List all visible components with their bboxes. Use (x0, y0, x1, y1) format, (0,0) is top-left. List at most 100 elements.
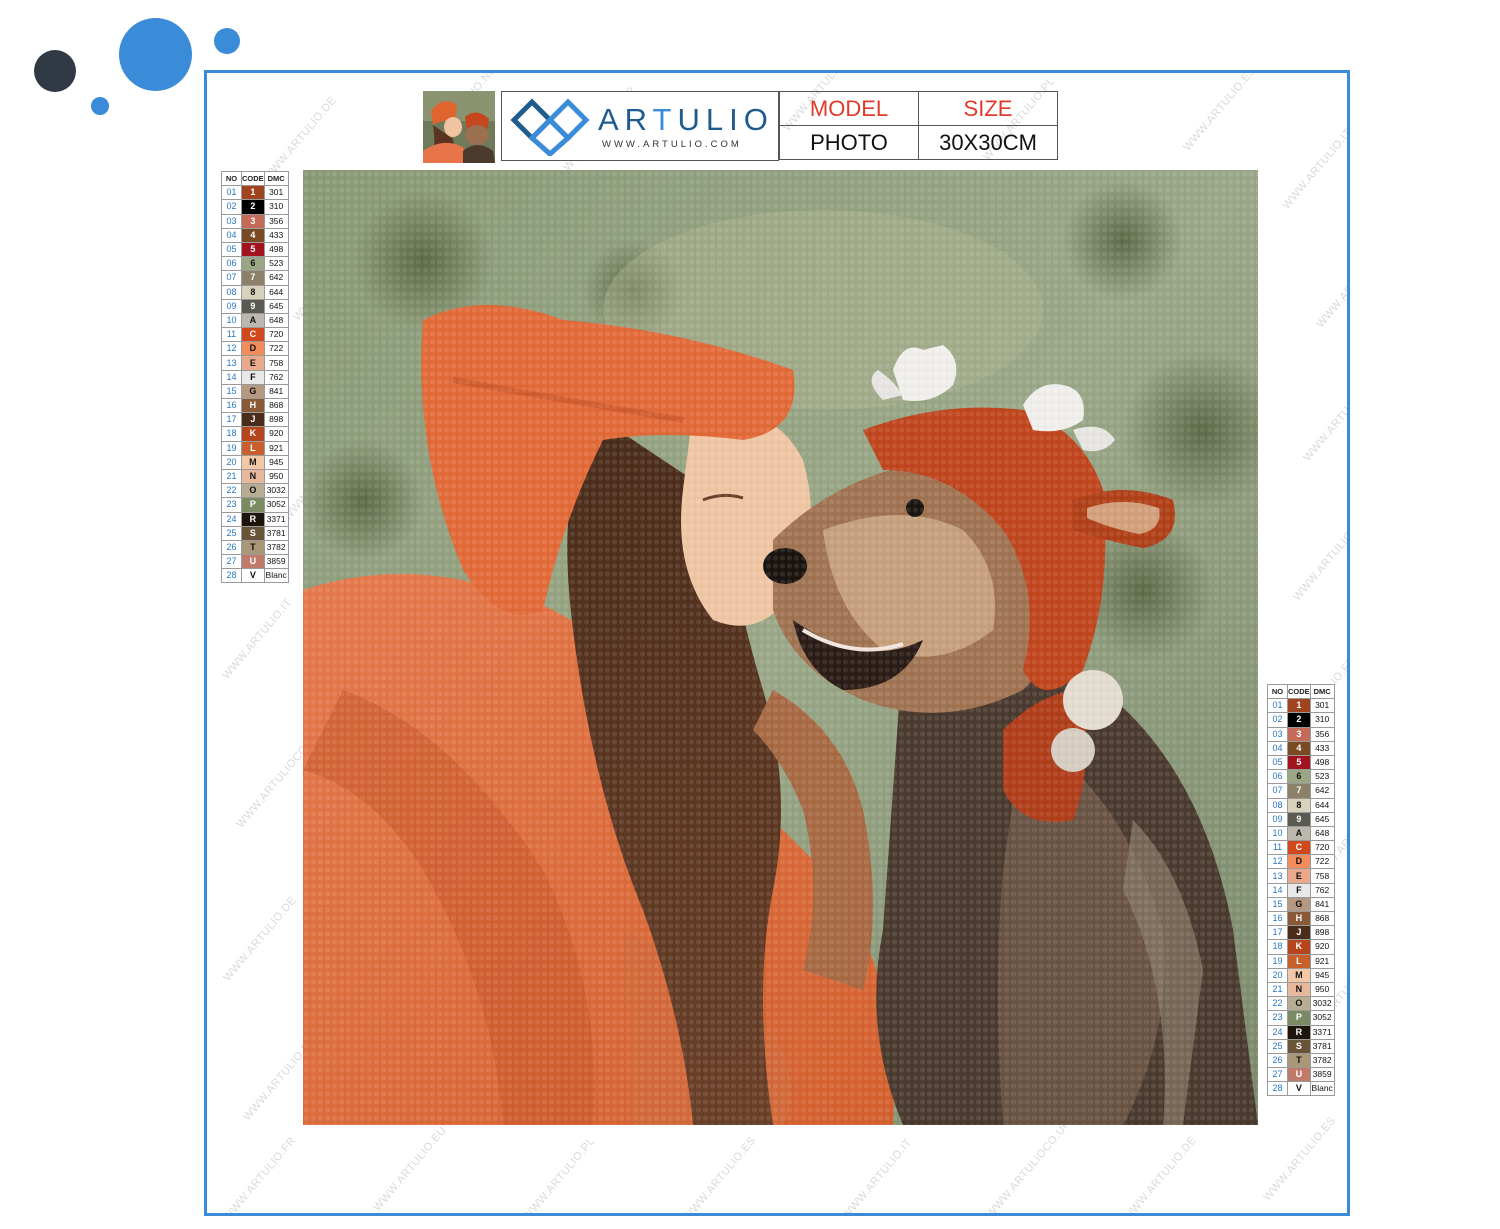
legend-symbol-swatch: M (241, 454, 265, 470)
legend-dmc-code: 898 (263, 412, 289, 428)
size-value: 30X30CM (918, 125, 1058, 160)
legend-number: 05 (1267, 754, 1288, 771)
legend-row: 12 D 722 (1267, 854, 1335, 870)
legend-number: 21 (221, 468, 242, 485)
legend-symbol-swatch: G (1287, 896, 1311, 913)
legend-dmc-code: 3371 (263, 511, 289, 527)
decor-dot-dark (34, 50, 76, 92)
legend-symbol-swatch: M (1287, 967, 1311, 983)
legend-number: 01 (221, 185, 242, 201)
legend-dmc-code: 898 (1309, 925, 1335, 941)
legend-symbol-swatch: T (241, 539, 265, 556)
legend-row: 14 F 762 (221, 369, 289, 385)
legend-dmc-code: 356 (1309, 726, 1335, 742)
legend-number: 10 (1267, 825, 1288, 842)
legend-number: 03 (1267, 726, 1288, 742)
legend-dmc-code: 644 (1309, 797, 1335, 813)
legend-symbol-swatch: L (1287, 953, 1311, 969)
product-frame: WWW.ARTULIO.DE WWW.ARTULIO.NL WWW.ARTULIO.… (204, 70, 1350, 1216)
model-value: PHOTO (779, 125, 919, 160)
legend-dmc-code: 310 (1309, 712, 1335, 728)
legend-dmc-code: 3782 (263, 539, 289, 556)
legend-row: 02 2 310 (221, 199, 289, 215)
legend-symbol-swatch: U (1287, 1067, 1311, 1083)
legend-row: 12 D 722 (221, 341, 289, 357)
legend-row: 04 4 433 (1267, 740, 1335, 756)
legend-symbol-swatch: 7 (241, 270, 265, 286)
legend-symbol-swatch: 3 (1287, 726, 1311, 742)
color-legend-right: NO CODE DMC 01 1 301 02 2 310 03 3 356 04 4 433 05 5 498 0… (1267, 683, 1335, 1097)
legend-dmc-code: 868 (263, 397, 289, 414)
legend-number: 26 (221, 539, 242, 556)
legend-number: 22 (221, 483, 242, 499)
legend-dmc-code: 920 (263, 426, 289, 442)
legend-dmc-code: 720 (263, 327, 289, 343)
legend-row: 28 V Blanc (1267, 1081, 1335, 1097)
legend-number: 20 (1267, 967, 1288, 983)
legend-number: 23 (221, 497, 242, 513)
legend-symbol-swatch: N (241, 468, 265, 485)
watermark-text: WWW.ARTULIOCO.UK (1314, 227, 1350, 331)
legend-dmc-code: 523 (1309, 769, 1335, 785)
legend-number: 02 (221, 199, 242, 215)
legend-number: 03 (221, 213, 242, 229)
legend-header-no: NO (1267, 683, 1288, 700)
legend-dmc-code: 433 (1309, 740, 1335, 756)
legend-header-code: CODE (1287, 683, 1311, 700)
legend-symbol-swatch: J (241, 412, 265, 428)
legend-number: 07 (221, 270, 242, 286)
legend-dmc-code: 642 (263, 270, 289, 286)
legend-number: 25 (221, 525, 242, 541)
legend-number: 27 (1267, 1067, 1288, 1083)
legend-row: 10 A 648 (1267, 825, 1335, 842)
watermark-text: WWW.ARTULIO.ES (1261, 1114, 1339, 1204)
legend-number: 19 (1267, 953, 1288, 969)
legend-dmc-code: 841 (263, 383, 289, 400)
legend-number: 28 (1267, 1081, 1288, 1097)
watermark-text: WWW.ARTULIO.DE (221, 894, 300, 984)
legend-symbol-swatch: 9 (1287, 811, 1311, 827)
legend-number: 01 (1267, 698, 1288, 714)
legend-dmc-code: 3781 (1309, 1038, 1335, 1054)
legend-dmc-code: 523 (263, 256, 289, 272)
legend-number: 17 (221, 412, 242, 428)
legend-row: 05 5 498 (1267, 754, 1335, 771)
legend-header-code: CODE (241, 170, 265, 187)
legend-dmc-code: 310 (263, 199, 289, 215)
legend-symbol-swatch: 9 (241, 298, 265, 314)
legend-row: 17 J 898 (1267, 925, 1335, 941)
legend-symbol-swatch: R (1287, 1024, 1311, 1040)
legend-number: 02 (1267, 712, 1288, 728)
legend-row: 23 P 3052 (1267, 1010, 1335, 1026)
legend-row: 09 9 645 (1267, 811, 1335, 827)
legend-symbol-swatch: L (241, 440, 265, 456)
legend-row: 05 5 498 (221, 241, 289, 258)
diamond-painting-picture (303, 170, 1258, 1125)
legend-symbol-swatch: 2 (241, 199, 265, 215)
legend-number: 06 (1267, 769, 1288, 785)
legend-dmc-code: 758 (263, 355, 289, 371)
legend-symbol-swatch: 2 (1287, 712, 1311, 728)
legend-row: 04 4 433 (221, 227, 289, 243)
legend-dmc-code: 950 (263, 468, 289, 485)
legend-number: 12 (221, 341, 242, 357)
legend-number: 15 (1267, 896, 1288, 913)
legend-dmc-code: 356 (263, 213, 289, 229)
brand-name: ARTULIO (598, 102, 774, 137)
legend-symbol-swatch: J (1287, 925, 1311, 941)
legend-dmc-code: 762 (263, 369, 289, 385)
legend-symbol-swatch: O (1287, 996, 1311, 1012)
legend-symbol-swatch: O (241, 483, 265, 499)
legend-symbol-swatch: S (1287, 1038, 1311, 1054)
legend-dmc-code: 3052 (1309, 1010, 1335, 1026)
watermark-text: WWW.ARTULIO.IT (220, 596, 295, 682)
legend-dmc-code: 498 (1309, 754, 1335, 771)
legend-symbol-swatch: E (1287, 868, 1311, 884)
legend-row: 21 N 950 (1267, 981, 1335, 998)
size-label: SIZE (918, 91, 1058, 126)
legend-symbol-swatch: V (241, 568, 265, 584)
legend-dmc-code: 762 (1309, 882, 1335, 898)
legend-number: 13 (1267, 868, 1288, 884)
legend-dmc-code: 301 (1309, 698, 1335, 714)
legend-number: 11 (221, 327, 242, 343)
